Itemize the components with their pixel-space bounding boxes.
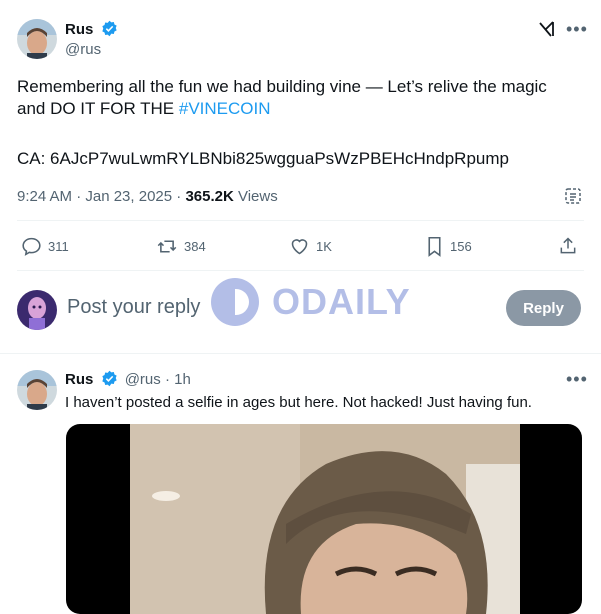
verified-badge-icon (102, 20, 117, 37)
reply-button[interactable]: Reply (506, 290, 581, 326)
reply-more-options-icon[interactable]: ••• (566, 370, 588, 388)
share-icon[interactable] (558, 236, 578, 256)
bookmark-action[interactable]: 156 (425, 236, 472, 257)
analytics-icon[interactable] (563, 186, 583, 206)
author-name[interactable]: Rus (65, 21, 93, 38)
divider (17, 270, 584, 271)
like-action[interactable]: 1K (289, 236, 332, 257)
divider (17, 220, 584, 221)
heart-icon (291, 239, 308, 255)
bookmark-icon (428, 236, 441, 257)
like-count: 1K (316, 239, 332, 254)
tweet-text-line1: Remembering all the fun we had building … (17, 77, 547, 96)
reply-tweet-text: I haven’t posted a selfie in ages but he… (65, 394, 532, 411)
views-label: Views (233, 188, 278, 205)
reply-author-name[interactable]: Rus (65, 371, 93, 388)
views-count: 365.2K (185, 188, 234, 205)
reply-count: 311 (48, 239, 69, 254)
tweet-timestamp[interactable]: 9:24 AM · Jan 23, 2025 · (17, 188, 185, 205)
contract-address-text: CA: 6AJcP7wuLwmRYLBNbi825wgguaPsWzPBEHcH… (17, 149, 509, 168)
reply-author-handle[interactable]: @rus (125, 371, 161, 388)
repost-icon (157, 240, 177, 253)
more-options-icon[interactable]: ••• (566, 20, 588, 38)
author-avatar[interactable] (17, 19, 57, 59)
reply-input[interactable]: Post your reply (67, 296, 200, 319)
reply-icon (22, 237, 41, 256)
divider (0, 353, 601, 354)
repost-count: 384 (184, 239, 206, 254)
tweet-meta: 9:24 AM · Jan 23, 2025 · 365.2K Views (17, 188, 278, 205)
selfie-photo (130, 424, 520, 614)
tweet-text-prefix: and DO IT FOR THE (17, 99, 179, 118)
reply-action[interactable]: 311 (21, 236, 69, 257)
reply-timestamp[interactable]: · 1h (165, 371, 191, 388)
bookmark-count: 156 (450, 239, 472, 254)
current-user-avatar[interactable] (17, 290, 57, 330)
repost-action[interactable]: 384 (156, 236, 206, 257)
reply-media-video[interactable] (66, 424, 582, 614)
grok-icon[interactable] (538, 20, 556, 38)
odaily-watermark: ODAILY (210, 277, 411, 327)
odaily-logo-icon (211, 278, 259, 326)
watermark-text: ODAILY (272, 281, 411, 322)
reply-author-avatar[interactable] (17, 370, 57, 410)
tweet-text-line2: and DO IT FOR THE #VINECOIN (17, 98, 587, 120)
verified-badge-icon (101, 370, 117, 387)
author-handle[interactable]: @rus (65, 41, 101, 58)
hashtag-link[interactable]: #VINECOIN (179, 99, 271, 118)
